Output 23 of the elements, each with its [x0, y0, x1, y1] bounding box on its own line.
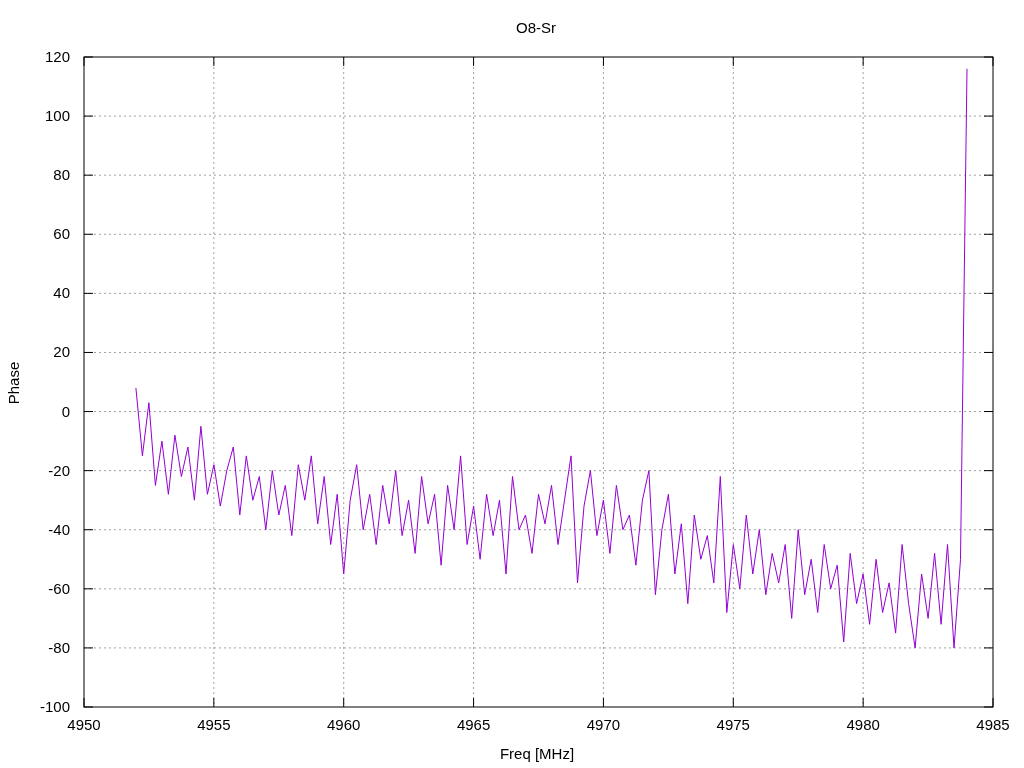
- chart-title: O8-Sr: [516, 19, 556, 36]
- tick-label: -80: [48, 638, 70, 656]
- tick-label: 4965: [456, 716, 491, 733]
- tick-label: 100: [44, 107, 70, 125]
- tick-label: 20: [53, 343, 70, 361]
- tick-label: 4950: [67, 716, 101, 733]
- tick-label: 60: [53, 225, 70, 243]
- axis-label: Phase: [5, 361, 22, 405]
- tick-label: 120: [44, 48, 70, 65]
- tick-label: 4970: [586, 716, 621, 733]
- tick-label: 4985: [976, 716, 1010, 733]
- tick-label: 4955: [197, 716, 231, 733]
- tick-label: 0: [61, 402, 70, 420]
- axis-label: Freq [MHz]: [499, 745, 575, 762]
- tick-label: -100: [39, 698, 70, 715]
- tick-label: 80: [53, 166, 70, 184]
- tick-label: 4975: [716, 716, 750, 733]
- tick-label: -40: [48, 520, 70, 538]
- tick-label: 4980: [846, 716, 880, 733]
- tick-label: 40: [53, 284, 70, 302]
- tick-label: -20: [48, 461, 70, 479]
- tick-label: -60: [48, 579, 70, 597]
- tick-label: 4960: [327, 716, 361, 733]
